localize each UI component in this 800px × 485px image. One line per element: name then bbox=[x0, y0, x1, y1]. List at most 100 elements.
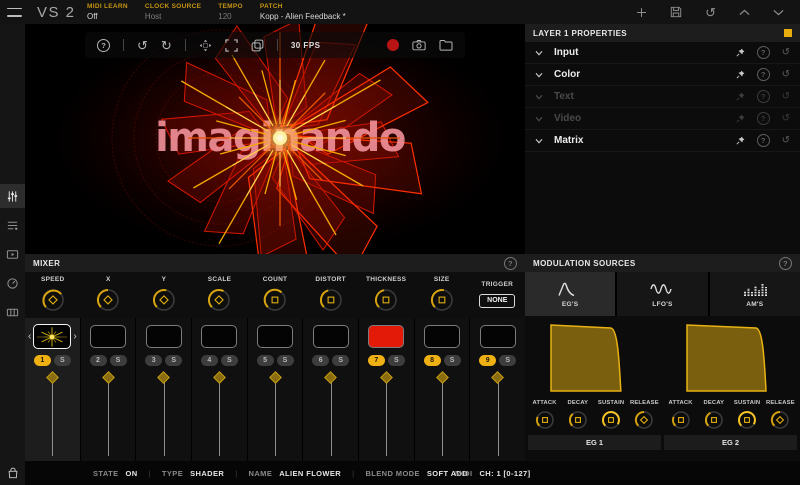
layer-solo-button[interactable]: S bbox=[332, 355, 350, 366]
eg-knob-release[interactable]: RELEASE bbox=[628, 400, 661, 431]
help-icon[interactable]: ? bbox=[756, 90, 770, 103]
layer-solo-button[interactable]: S bbox=[443, 355, 461, 366]
mixer-knob-x[interactable]: X bbox=[81, 277, 137, 313]
property-section-input[interactable]: Input? ↺ bbox=[525, 42, 800, 64]
sidebar-item-dial[interactable] bbox=[0, 271, 25, 295]
fullscreen-icon[interactable] bbox=[225, 38, 238, 52]
layer-solo-button[interactable]: S bbox=[109, 355, 127, 366]
reset-icon[interactable]: ↺ bbox=[782, 91, 790, 102]
help-icon[interactable]: ? bbox=[756, 112, 770, 125]
mixer-knob-size[interactable]: SIZE bbox=[414, 277, 470, 313]
mixer-knob-distort[interactable]: DISTORT bbox=[303, 277, 359, 313]
fader-handle[interactable] bbox=[157, 371, 171, 384]
sidebar-item-media-player[interactable] bbox=[0, 242, 25, 266]
mixer-knob-scale[interactable]: SCALE bbox=[192, 277, 248, 313]
mixer-knob-y[interactable]: Y bbox=[136, 277, 192, 313]
layer-thumbnail[interactable] bbox=[257, 325, 294, 348]
help-icon[interactable]: ? bbox=[756, 68, 770, 81]
help-icon[interactable]: ? bbox=[756, 134, 770, 147]
layer-select-button[interactable]: 7 bbox=[367, 355, 385, 366]
next-layer-arrow[interactable]: › bbox=[73, 331, 76, 342]
layer-select-button[interactable]: 3 bbox=[145, 355, 163, 366]
chevron-down-icon[interactable] bbox=[773, 9, 784, 16]
property-section-matrix[interactable]: Matrix? ↺ bbox=[525, 130, 800, 152]
pin-icon[interactable] bbox=[736, 70, 745, 79]
layer-thumbnail[interactable] bbox=[312, 325, 349, 348]
eg-name-tab[interactable]: EG 2 bbox=[664, 434, 797, 450]
eg-envelope-display[interactable] bbox=[685, 321, 777, 398]
fader-handle[interactable] bbox=[268, 371, 282, 384]
eg-knob-attack[interactable]: ATTACK bbox=[528, 400, 561, 431]
param-value[interactable]: Host bbox=[145, 12, 201, 21]
layer-thumbnail[interactable] bbox=[424, 325, 461, 348]
layer-solo-button[interactable]: S bbox=[276, 355, 294, 366]
eg-knob-decay[interactable]: DECAY bbox=[561, 400, 594, 431]
param-midi-learn[interactable]: MIDI LEARN Off bbox=[87, 3, 128, 21]
layer-solo-button[interactable]: S bbox=[387, 355, 405, 366]
camera-icon[interactable] bbox=[412, 39, 426, 51]
layer-thumbnail[interactable] bbox=[368, 325, 405, 348]
modulation-tab-egs[interactable]: EG'S bbox=[525, 272, 616, 316]
param-value[interactable]: 120 bbox=[218, 12, 243, 21]
eg-knob-decay[interactable]: DECAY bbox=[697, 400, 730, 431]
layer-select-button[interactable]: 2 bbox=[89, 355, 107, 366]
pin-icon[interactable] bbox=[736, 48, 745, 57]
mixer-knob-thickness[interactable]: THICKNESS bbox=[358, 277, 414, 313]
layer-thumbnail[interactable] bbox=[90, 325, 126, 348]
layer-fader[interactable] bbox=[303, 369, 358, 461]
pan-icon[interactable] bbox=[199, 39, 212, 52]
param-tempo[interactable]: TEMPO 120 bbox=[218, 3, 243, 21]
fader-handle[interactable] bbox=[379, 371, 393, 384]
layer-select-button[interactable]: 4 bbox=[200, 355, 218, 366]
fader-handle[interactable] bbox=[435, 371, 449, 384]
layer-fader[interactable] bbox=[25, 369, 80, 461]
layer-thumbnail[interactable] bbox=[201, 325, 238, 348]
status-value[interactable]: SHADER bbox=[190, 469, 224, 478]
layer-fader[interactable] bbox=[359, 369, 414, 461]
layer-solo-button[interactable]: S bbox=[220, 355, 238, 366]
layer-solo-button[interactable]: S bbox=[165, 355, 183, 366]
folder-icon[interactable] bbox=[439, 39, 453, 51]
modulation-tab-lfos[interactable]: LFO'S bbox=[617, 272, 708, 316]
property-section-text[interactable]: Text? ↺ bbox=[525, 86, 800, 108]
layer-fader[interactable] bbox=[81, 369, 136, 461]
undo-icon[interactable]: ↺ bbox=[137, 39, 148, 52]
property-section-color[interactable]: Color? ↺ bbox=[525, 64, 800, 86]
layer-fader[interactable] bbox=[136, 369, 191, 461]
layer-thumbnail[interactable] bbox=[145, 325, 182, 348]
chevron-up-icon[interactable] bbox=[739, 9, 750, 16]
layer-select-button[interactable]: 6 bbox=[312, 355, 330, 366]
help-icon[interactable]: ? bbox=[779, 256, 792, 270]
fader-handle[interactable] bbox=[101, 371, 115, 384]
layer-fader[interactable] bbox=[470, 369, 525, 461]
eg-knob-sustain[interactable]: SUSTAIN bbox=[595, 400, 628, 431]
redo-icon[interactable]: ↻ bbox=[161, 39, 172, 52]
fader-handle[interactable] bbox=[324, 371, 338, 384]
layer-solo-button[interactable]: S bbox=[53, 355, 71, 366]
fader-handle[interactable] bbox=[212, 371, 226, 384]
layer-select-button[interactable]: 9 bbox=[479, 355, 497, 366]
eg-envelope-display[interactable] bbox=[549, 321, 641, 398]
plus-icon[interactable] bbox=[636, 7, 647, 18]
trigger-select-button[interactable]: NONE bbox=[479, 293, 516, 308]
reset-icon[interactable]: ↺ bbox=[782, 113, 790, 124]
param-clock-source[interactable]: CLOCK SOURCE Host bbox=[145, 3, 201, 21]
layer-color-swatch[interactable] bbox=[784, 29, 792, 37]
layer-select-button[interactable]: 5 bbox=[256, 355, 274, 366]
pin-icon[interactable] bbox=[736, 114, 745, 123]
save-icon[interactable] bbox=[670, 6, 682, 18]
param-patch[interactable]: PATCH Kopp - Alien Feedback * bbox=[260, 3, 346, 21]
layer-solo-button[interactable]: S bbox=[499, 355, 517, 366]
reset-icon[interactable]: ↺ bbox=[782, 69, 790, 80]
reset-icon[interactable]: ↺ bbox=[782, 135, 790, 146]
fader-handle[interactable] bbox=[491, 371, 505, 384]
eg-knob-release[interactable]: RELEASE bbox=[764, 400, 797, 431]
eg-name-tab[interactable]: EG 1 bbox=[528, 434, 661, 450]
status-value[interactable]: ON bbox=[125, 469, 137, 478]
param-value[interactable]: Off bbox=[87, 12, 128, 21]
reset-icon[interactable]: ↺ bbox=[782, 47, 790, 58]
mixer-knob-speed[interactable]: SPEED bbox=[25, 277, 81, 313]
menu-icon[interactable] bbox=[7, 7, 22, 17]
fader-handle[interactable] bbox=[45, 371, 59, 384]
layer-thumbnail[interactable] bbox=[33, 324, 72, 349]
